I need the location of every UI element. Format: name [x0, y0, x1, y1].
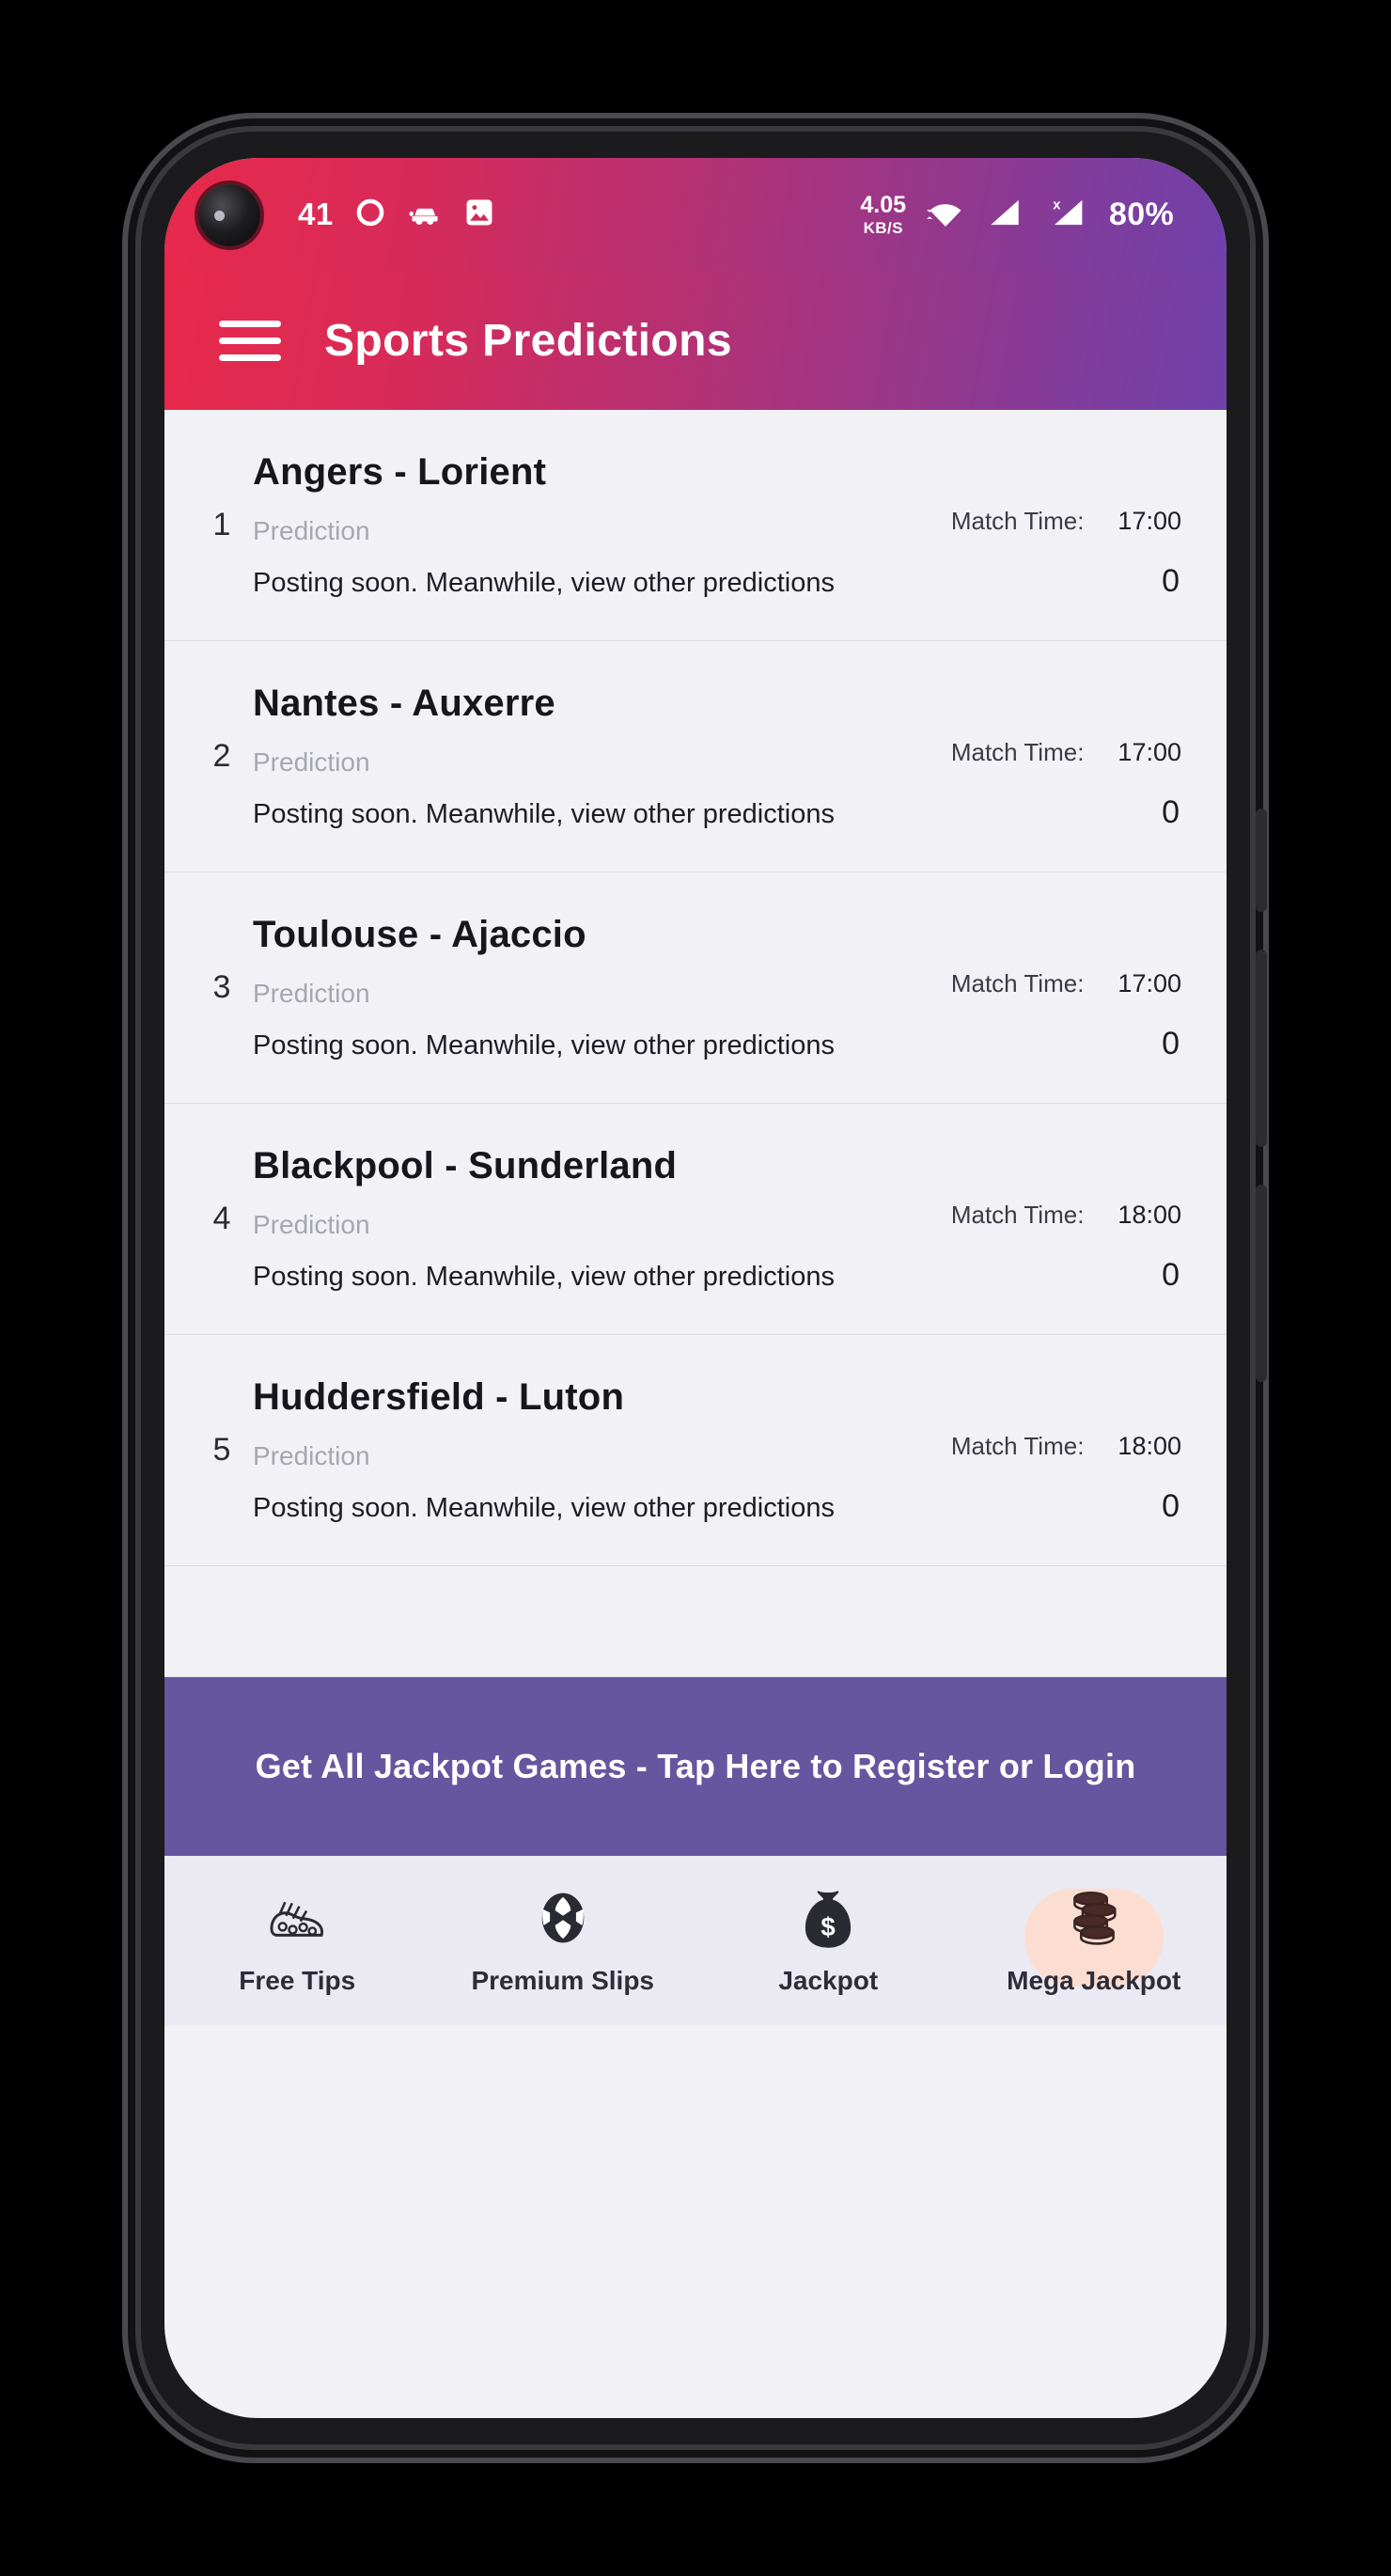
match-title: Toulouse - Ajaccio	[253, 914, 586, 955]
match-time-value: 18:00	[1117, 1201, 1181, 1229]
prediction-label: Prediction	[253, 747, 370, 777]
svg-text:$: $	[821, 1912, 836, 1941]
prediction-note: Posting soon. Meanwhile, view other pred…	[253, 1493, 835, 1523]
nav-item-premium-slips[interactable]: Premium Slips	[430, 1885, 696, 1996]
bottom-navigation-bar: Free Tips Premium Slips $ Jackpot Mega J…	[164, 1856, 1227, 2025]
prediction-note: Posting soon. Meanwhile, view other pred…	[253, 799, 835, 829]
table-row[interactable]: 3 Toulouse - Ajaccio Prediction Posting …	[164, 872, 1227, 1104]
car-icon	[407, 196, 443, 233]
match-time-label: Match Time:	[950, 507, 1085, 535]
battery-percentage: 80%	[1109, 196, 1174, 232]
row-index: 1	[212, 507, 231, 542]
hamburger-menu-icon[interactable]	[219, 320, 281, 361]
nav-item-free-tips[interactable]: Free Tips	[164, 1885, 430, 1996]
app-bar: Sports Predictions	[164, 271, 1227, 410]
prediction-label: Prediction	[253, 516, 370, 545]
data-rate-indicator: 4.05 KB/S	[860, 191, 907, 237]
status-bar: 41 4.05 KB/S x 80%	[164, 158, 1227, 271]
prediction-note: Posting soon. Meanwhile, view other pred…	[253, 568, 835, 598]
prediction-label: Prediction	[253, 1210, 370, 1239]
match-time-label: Match Time:	[950, 1201, 1085, 1229]
match-time-group: Match Time: 18:00	[951, 1201, 1181, 1230]
row-body: Nantes - Auxerre Prediction Posting soon…	[253, 641, 1181, 872]
odd-value: 0	[1162, 1026, 1180, 1061]
prediction-label: Prediction	[253, 979, 370, 1008]
match-title: Nantes - Auxerre	[253, 683, 555, 724]
register-login-banner-label: Get All Jackpot Games - Tap Here to Regi…	[255, 1747, 1136, 1785]
coins-stack-icon	[1060, 1885, 1128, 1951]
row-body: Angers - Lorient Prediction Posting soon…	[253, 410, 1181, 640]
image-icon	[463, 196, 495, 233]
table-row[interactable]: 2 Nantes - Auxerre Prediction Posting so…	[164, 641, 1227, 872]
prediction-note: Posting soon. Meanwhile, view other pred…	[253, 1030, 835, 1060]
front-camera-punch-hole	[198, 184, 260, 246]
match-title: Blackpool - Sunderland	[253, 1145, 678, 1186]
prediction-label: Prediction	[253, 1441, 370, 1470]
row-index: 5	[212, 1432, 231, 1468]
match-time-value: 17:00	[1117, 507, 1181, 535]
circle-record-icon	[354, 196, 386, 233]
row-index: 2	[212, 738, 231, 774]
money-bag-icon: $	[799, 1885, 857, 1951]
match-time-group: Match Time: 17:00	[951, 738, 1181, 767]
table-row[interactable]: 4 Blackpool - Sunderland Prediction Post…	[164, 1104, 1227, 1335]
nav-label-jackpot: Jackpot	[778, 1966, 879, 1995]
row-index: 4	[212, 1201, 231, 1236]
match-time-value: 17:00	[1117, 738, 1181, 766]
phone-side-button-volume-up[interactable]	[1256, 809, 1267, 912]
match-time-label: Match Time:	[950, 738, 1085, 766]
match-time-group: Match Time: 17:00	[951, 969, 1181, 998]
nav-label-mega-jackpot: Mega Jackpot	[1007, 1966, 1181, 1995]
odd-value: 0	[1162, 1257, 1180, 1293]
match-list: 1 Angers - Lorient Prediction Posting so…	[164, 410, 1227, 1677]
row-body: Toulouse - Ajaccio Prediction Posting so…	[253, 872, 1181, 1103]
table-row[interactable]: 5 Huddersfield - Luton Prediction Postin…	[164, 1335, 1227, 1566]
row-index: 3	[212, 969, 231, 1005]
wifi-icon	[924, 196, 967, 234]
prediction-note: Posting soon. Meanwhile, view other pred…	[253, 1262, 835, 1292]
status-bar-right: 4.05 KB/S x 80%	[860, 191, 1174, 237]
row-body: Blackpool - Sunderland Prediction Postin…	[253, 1104, 1181, 1334]
register-login-banner[interactable]: Get All Jackpot Games - Tap Here to Regi…	[164, 1677, 1227, 1856]
page-title: Sports Predictions	[324, 315, 732, 366]
table-row[interactable]: 1 Angers - Lorient Prediction Posting so…	[164, 410, 1227, 641]
phone-side-button-power[interactable]	[1256, 1185, 1267, 1382]
odd-value: 0	[1162, 563, 1180, 599]
row-body: Huddersfield - Luton Prediction Posting …	[253, 1335, 1181, 1565]
match-time-label: Match Time:	[950, 1432, 1085, 1460]
soccer-ball-icon	[532, 1885, 594, 1951]
match-title: Angers - Lorient	[253, 451, 547, 493]
phone-screen: 41 4.05 KB/S x 80% Sports Predictions 1 …	[164, 158, 1227, 2418]
match-time-group: Match Time: 17:00	[951, 507, 1181, 536]
list-tail-spacer	[164, 1566, 1227, 1677]
status-bar-left: 41	[298, 196, 495, 233]
nav-label-premium-slips: Premium Slips	[471, 1966, 654, 1995]
phone-side-button-volume-down[interactable]	[1256, 950, 1267, 1147]
status-clock: 41	[298, 196, 334, 231]
nav-label-free-tips: Free Tips	[239, 1966, 356, 1995]
signal-bars-icon	[985, 196, 1024, 234]
match-time-value: 17:00	[1117, 969, 1181, 997]
data-rate-value: 4.05	[860, 191, 907, 218]
signal-no-sim-icon: x	[1042, 196, 1091, 234]
svg-text:x: x	[1053, 197, 1061, 212]
odd-value: 0	[1162, 1488, 1180, 1524]
match-time-label: Match Time:	[950, 969, 1085, 997]
match-time-value: 18:00	[1117, 1432, 1181, 1460]
football-boot-icon	[262, 1885, 332, 1951]
match-time-group: Match Time: 18:00	[951, 1432, 1181, 1461]
odd-value: 0	[1162, 794, 1180, 830]
match-title: Huddersfield - Luton	[253, 1376, 625, 1418]
nav-item-jackpot[interactable]: $ Jackpot	[696, 1885, 961, 1996]
nav-item-mega-jackpot[interactable]: Mega Jackpot	[961, 1885, 1227, 1996]
data-rate-unit: KB/S	[863, 218, 903, 237]
